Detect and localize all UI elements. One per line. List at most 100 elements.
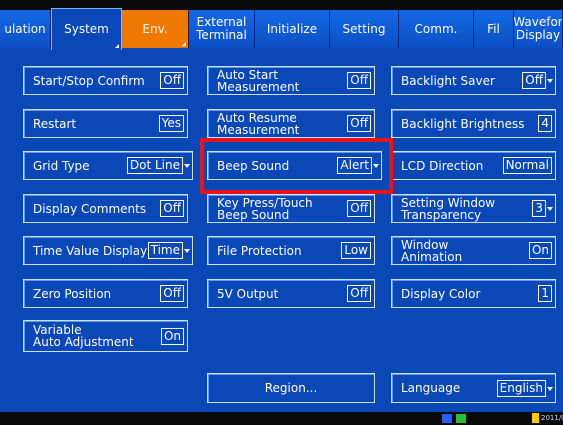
corner-marker-icon xyxy=(115,44,119,48)
display-color-button[interactable]: Display Color 1 xyxy=(391,279,556,308)
tab-label: Env. xyxy=(142,21,168,36)
dropdown-arrow-icon xyxy=(373,164,379,168)
tab-environment[interactable]: Env. xyxy=(122,10,189,48)
tab-waveform-display[interactable]: Wavefor Display xyxy=(514,10,563,48)
setting-label: Auto Start Measurement xyxy=(217,67,299,94)
corner-marker-icon xyxy=(182,42,186,46)
display-comments-button[interactable]: Display Comments Off xyxy=(23,194,188,223)
setting-label: Display Color xyxy=(401,286,481,301)
setting-label-line2: Measurement xyxy=(217,122,300,137)
setting-value: Alert xyxy=(337,157,372,174)
tab-label: Comm. xyxy=(414,21,458,36)
dropdown-arrow-icon xyxy=(547,79,553,83)
setting-value: Off xyxy=(522,72,546,89)
file-protection-button[interactable]: File Protection Low xyxy=(207,236,375,265)
setting-value: On xyxy=(160,328,184,345)
tab-setting[interactable]: Setting xyxy=(330,10,399,48)
setting-value: Low xyxy=(341,242,371,259)
setting-value: 1 xyxy=(538,285,552,302)
auto-resume-measurement-button[interactable]: Auto Resume Measurement Off xyxy=(207,109,375,138)
setting-label: Setting Window Transparency xyxy=(401,195,495,222)
beep-sound-button[interactable]: Beep Sound Alert xyxy=(207,151,382,180)
setting-label: LCD Direction xyxy=(401,158,484,173)
usb-icon xyxy=(456,414,466,423)
setting-label-line2: Animation xyxy=(401,249,463,264)
setting-label: Key Press/Touch Beep Sound xyxy=(217,195,313,222)
setting-label-line2: Measurement xyxy=(217,79,300,94)
setting-value: Off xyxy=(160,200,184,217)
tab-label: Fil xyxy=(487,21,500,36)
tab-calculation[interactable]: ulation xyxy=(0,10,51,48)
setting-label-line1: Auto Resume xyxy=(217,110,297,125)
setting-label: Zero Position xyxy=(33,286,112,301)
setting-label: Display Comments xyxy=(33,201,147,216)
setting-label-line1: Window xyxy=(401,237,449,252)
setting-value: Dot Line xyxy=(126,157,183,174)
setting-value: On xyxy=(528,242,552,259)
auto-start-measurement-button[interactable]: Auto Start Measurement Off xyxy=(207,66,375,95)
tab-file[interactable]: Fil xyxy=(474,10,514,48)
tab-label: System xyxy=(64,22,109,36)
setting-label: Variable Auto Adjustment xyxy=(33,321,134,351)
setting-label: Auto Resume Measurement xyxy=(217,110,299,137)
setting-label-line2: Beep Sound xyxy=(217,207,290,222)
setting-label-line1: Auto Start xyxy=(217,67,278,82)
setting-label: Window Animation xyxy=(401,237,462,264)
lcd-direction-button[interactable]: LCD Direction Normal xyxy=(391,151,556,180)
tab-communication[interactable]: Comm. xyxy=(399,10,474,48)
power-icon xyxy=(532,413,539,423)
setting-label: Language xyxy=(401,381,461,395)
setting-label: Grid Type xyxy=(33,158,90,173)
setting-label: Time Value Display xyxy=(33,243,148,258)
setting-label: Restart xyxy=(33,116,77,131)
setting-window-transparency-button[interactable]: Setting Window Transparency 3 xyxy=(391,194,556,223)
dropdown-arrow-icon xyxy=(184,164,190,168)
setting-label: Start/Stop Confirm xyxy=(33,73,145,88)
5v-output-button[interactable]: 5V Output Off xyxy=(207,279,375,308)
setting-value: Normal xyxy=(502,157,552,174)
tab-label-line2: Display xyxy=(515,28,561,42)
setting-value: Off xyxy=(347,115,371,132)
zero-position-button[interactable]: Zero Position Off xyxy=(23,279,188,308)
tab-label: ulation xyxy=(4,21,46,36)
setting-label: File Protection xyxy=(217,243,302,258)
tab-label: Setting xyxy=(342,21,386,36)
setting-label-line2: Auto Adjustment xyxy=(33,335,134,349)
tab-system[interactable]: System xyxy=(51,8,122,50)
setting-value: Time xyxy=(147,242,183,259)
dropdown-arrow-icon xyxy=(547,387,553,391)
key-press-touch-beep-sound-button[interactable]: Key Press/Touch Beep Sound Off xyxy=(207,194,375,223)
start-stop-confirm-button[interactable]: Start/Stop Confirm Off xyxy=(23,66,188,95)
setting-value: Off xyxy=(347,72,371,89)
tab-initialize[interactable]: Initialize xyxy=(255,10,330,48)
settings-screen: ulation System Env. External Terminal In… xyxy=(0,0,563,425)
setting-value: Off xyxy=(347,200,371,217)
tab-label-line2: Terminal xyxy=(196,28,247,42)
dropdown-arrow-icon xyxy=(547,207,553,211)
setting-label: Beep Sound xyxy=(217,158,290,173)
setting-value: Off xyxy=(160,72,184,89)
grid-type-button[interactable]: Grid Type Dot Line xyxy=(23,151,193,180)
tab-bar: ulation System Env. External Terminal In… xyxy=(0,0,563,50)
tab-external-terminal[interactable]: External Terminal xyxy=(189,10,255,48)
setting-value: 4 xyxy=(538,115,552,132)
setting-value: 3 xyxy=(532,200,546,217)
sd-card-icon xyxy=(442,414,452,423)
setting-label: Backlight Saver xyxy=(401,73,495,88)
time-value-display-button[interactable]: Time Value Display Time xyxy=(23,236,193,265)
setting-label: 5V Output xyxy=(217,286,279,301)
language-button[interactable]: Language English xyxy=(391,373,556,403)
region-button[interactable]: Region... xyxy=(207,373,375,403)
variable-auto-adjustment-button[interactable]: Variable Auto Adjustment On xyxy=(23,320,188,352)
backlight-saver-button[interactable]: Backlight Saver Off xyxy=(391,66,556,95)
backlight-brightness-button[interactable]: Backlight Brightness 4 xyxy=(391,109,556,138)
restart-button[interactable]: Restart Yes xyxy=(23,109,188,138)
setting-value: Off xyxy=(347,285,371,302)
setting-label-line2: Transparency xyxy=(401,207,482,222)
date-text: 2011/05 xyxy=(541,414,563,422)
setting-label: Region... xyxy=(264,381,318,395)
tab-label: Initialize xyxy=(266,21,318,36)
setting-value: Yes xyxy=(158,115,184,132)
setting-value: Off xyxy=(160,285,184,302)
window-animation-button[interactable]: Window Animation On xyxy=(391,236,556,265)
